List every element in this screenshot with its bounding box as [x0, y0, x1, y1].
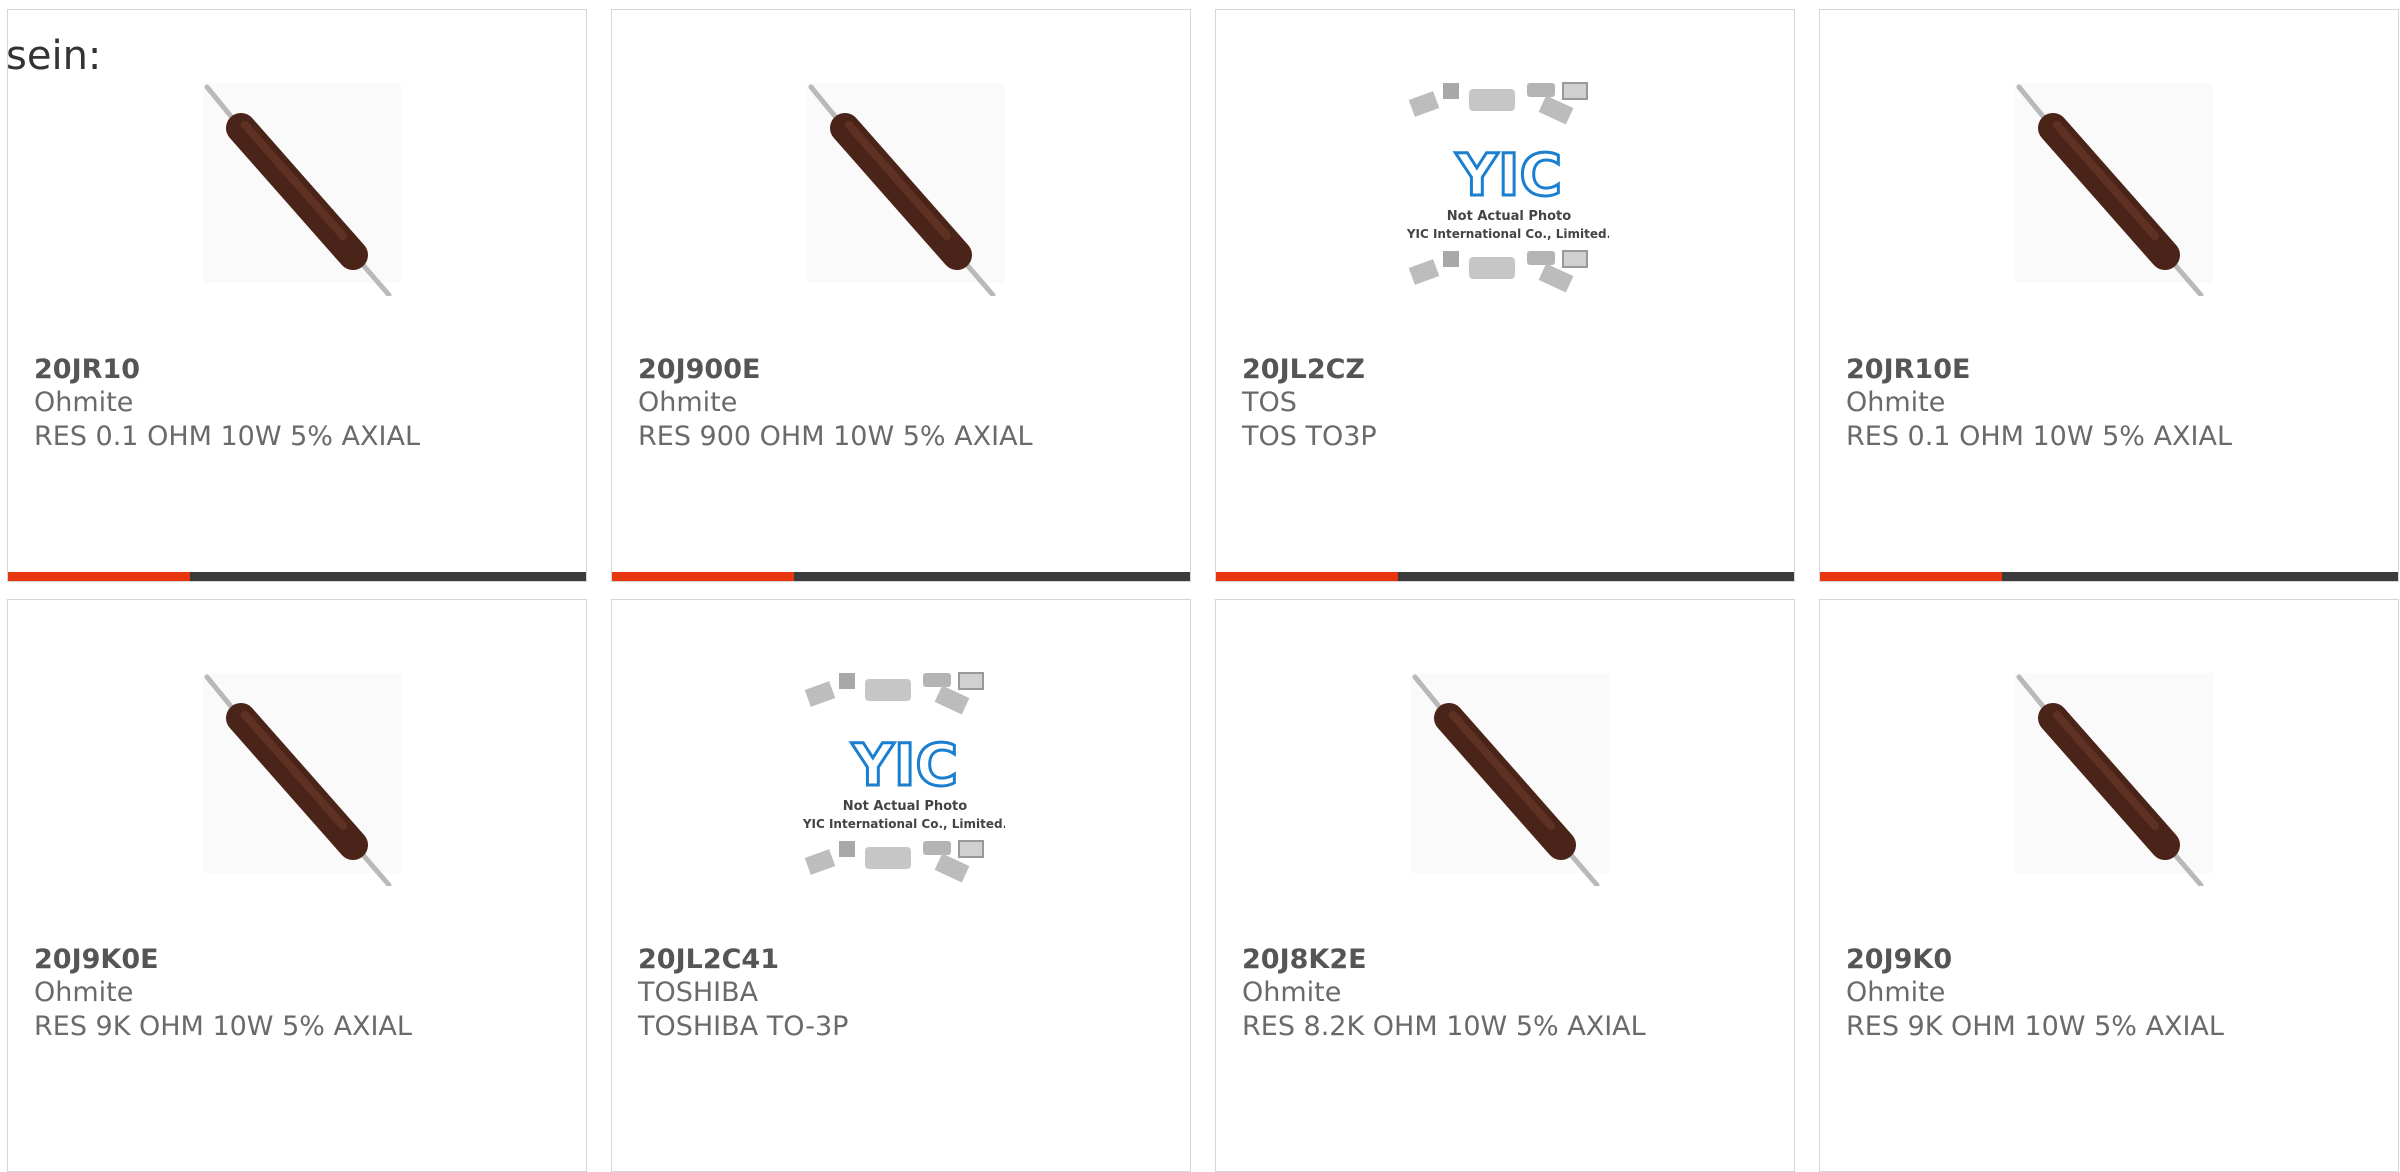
- card-bar-accent: [1216, 572, 1398, 581]
- part-number[interactable]: 20J900E: [638, 353, 1170, 386]
- product-card[interactable]: 20J8K2E Ohmite RES 8.2K OHM 10W 5% AXIAL: [1215, 599, 1795, 1172]
- product-description: RES 0.1 OHM 10W 5% AXIAL: [1846, 421, 2232, 452]
- card-bottom-bar: [8, 572, 586, 581]
- resistor-axial-icon[interactable]: [193, 73, 401, 296]
- brand-name: Ohmite: [34, 387, 134, 418]
- brand-name: TOS: [1242, 387, 1297, 418]
- product-description: TOS TO3P: [1242, 421, 1377, 452]
- resistor-axial-icon[interactable]: [797, 73, 1005, 296]
- resistor-axial-icon[interactable]: [2005, 663, 2213, 886]
- product-description: RES 0.1 OHM 10W 5% AXIAL: [34, 421, 420, 452]
- product-description: RES 8.2K OHM 10W 5% AXIAL: [1242, 1011, 1646, 1042]
- card-bar-accent: [8, 572, 190, 581]
- intro-text: sein:: [6, 33, 102, 79]
- product-info: 20J9K0 Ohmite RES 9K OHM 10W 5% AXIAL: [1846, 943, 2378, 1044]
- brand-name: Ohmite: [1846, 977, 1946, 1008]
- product-card[interactable]: 20J900E Ohmite RES 900 OHM 10W 5% AXIAL: [611, 9, 1191, 582]
- svg-text:Not Actual Photo: Not Actual Photo: [1447, 209, 1571, 224]
- part-number[interactable]: 20JL2C41: [638, 943, 1170, 976]
- product-info: 20J900E Ohmite RES 900 OHM 10W 5% AXIAL: [638, 353, 1170, 454]
- product-info: 20J9K0E Ohmite RES 9K OHM 10W 5% AXIAL: [34, 943, 566, 1044]
- svg-text:YIC: YIC: [1455, 141, 1562, 209]
- part-number[interactable]: 20JR10: [34, 353, 566, 386]
- resistor-axial-icon[interactable]: [1401, 663, 1609, 886]
- product-card[interactable]: 20JR10 Ohmite RES 0.1 OHM 10W 5% AXIAL: [7, 9, 587, 582]
- product-info: 20J8K2E Ohmite RES 8.2K OHM 10W 5% AXIAL: [1242, 943, 1774, 1044]
- part-number[interactable]: 20J9K0E: [34, 943, 566, 976]
- brand-name: Ohmite: [1242, 977, 1342, 1008]
- product-description: RES 900 OHM 10W 5% AXIAL: [638, 421, 1033, 452]
- brand-name: Ohmite: [638, 387, 738, 418]
- svg-text:YIC International Co., Limited: YIC International Co., Limited.: [802, 817, 1005, 831]
- product-info: 20JR10 Ohmite RES 0.1 OHM 10W 5% AXIAL: [34, 353, 566, 454]
- product-description: TOSHIBA TO-3P: [638, 1011, 849, 1042]
- product-card[interactable]: 20JR10E Ohmite RES 0.1 OHM 10W 5% AXIAL: [1819, 9, 2399, 582]
- product-card[interactable]: YIC Not Actual Photo YIC International Co.…: [611, 599, 1191, 1172]
- part-number[interactable]: 20J8K2E: [1242, 943, 1774, 976]
- card-bar-accent: [1820, 572, 2002, 581]
- product-description: RES 9K OHM 10W 5% AXIAL: [1846, 1011, 2224, 1042]
- product-info: 20JR10E Ohmite RES 0.1 OHM 10W 5% AXIAL: [1846, 353, 2378, 454]
- part-number[interactable]: 20JR10E: [1846, 353, 2378, 386]
- product-card[interactable]: 20J9K0E Ohmite RES 9K OHM 10W 5% AXIAL: [7, 599, 587, 1172]
- card-bottom-bar: [612, 572, 1190, 581]
- card-bottom-bar: [1216, 572, 1794, 581]
- product-card[interactable]: YIC Not Actual Photo YIC International Co.…: [1215, 9, 1795, 582]
- product-info: 20JL2CZ TOS TOS TO3P: [1242, 353, 1774, 454]
- resistor-axial-icon[interactable]: [193, 663, 401, 886]
- yic-placeholder-icon[interactable]: YIC Not Actual Photo YIC International Co.…: [797, 663, 1005, 886]
- brand-name: Ohmite: [1846, 387, 1946, 418]
- resistor-axial-icon[interactable]: [2005, 73, 2213, 296]
- part-number[interactable]: 20J9K0: [1846, 943, 2378, 976]
- product-card[interactable]: 20J9K0 Ohmite RES 9K OHM 10W 5% AXIAL: [1819, 599, 2399, 1172]
- product-grid: 20JR10 Ohmite RES 0.1 OHM 10W 5% AXIAL 2…: [7, 9, 2399, 1172]
- card-bottom-bar: [1820, 572, 2398, 581]
- part-number[interactable]: 20JL2CZ: [1242, 353, 1774, 386]
- brand-name: Ohmite: [34, 977, 134, 1008]
- card-bar-accent: [612, 572, 794, 581]
- yic-placeholder-icon[interactable]: YIC Not Actual Photo YIC International Co.…: [1401, 73, 1609, 296]
- svg-text:Not Actual Photo: Not Actual Photo: [843, 799, 967, 814]
- product-description: RES 9K OHM 10W 5% AXIAL: [34, 1011, 412, 1042]
- svg-text:YIC International Co., Limited: YIC International Co., Limited.: [1406, 227, 1609, 241]
- product-info: 20JL2C41 TOSHIBA TOSHIBA TO-3P: [638, 943, 1170, 1044]
- brand-name: TOSHIBA: [638, 977, 759, 1008]
- svg-text:YIC: YIC: [851, 731, 958, 799]
